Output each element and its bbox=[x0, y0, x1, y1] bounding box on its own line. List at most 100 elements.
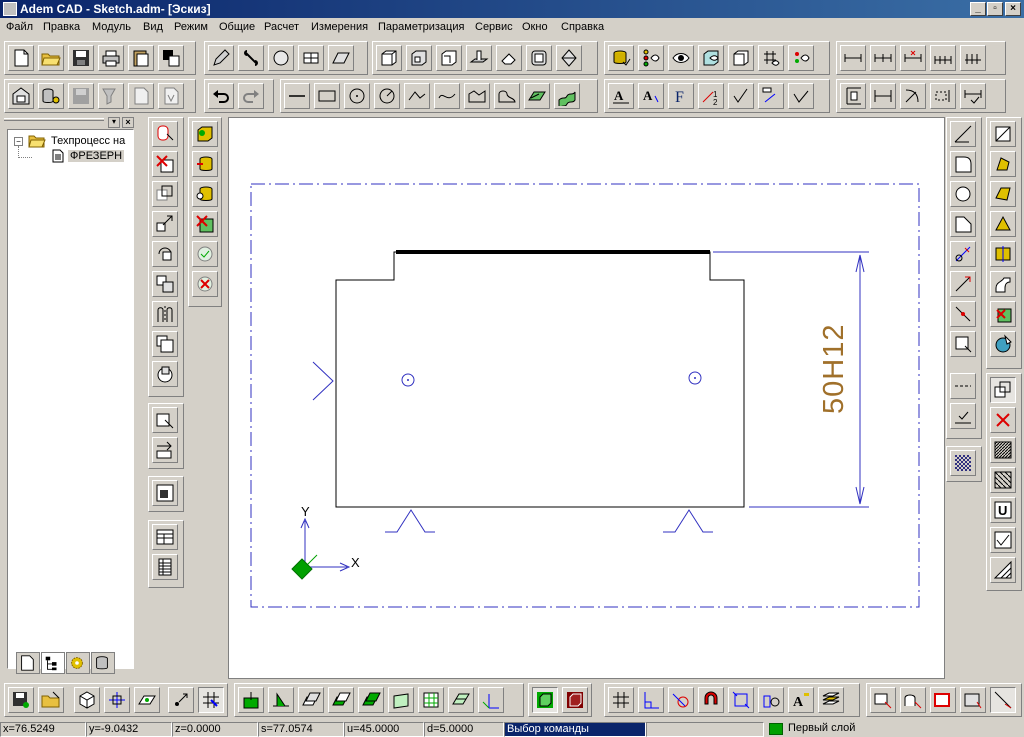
region-icon[interactable] bbox=[950, 331, 976, 357]
properties-icon[interactable] bbox=[8, 83, 34, 109]
roughness-icon[interactable] bbox=[728, 83, 754, 109]
hatch-triangle-icon[interactable] bbox=[990, 557, 1016, 583]
solid-delete-icon[interactable] bbox=[192, 211, 218, 237]
snap-grid-icon[interactable] bbox=[608, 687, 634, 713]
cancel-circle-icon[interactable] bbox=[192, 271, 218, 297]
menu-help[interactable]: Справка bbox=[561, 21, 604, 33]
snap-box-icon[interactable] bbox=[728, 687, 754, 713]
dim-cross-icon[interactable] bbox=[900, 45, 926, 71]
text-icon[interactable]: A bbox=[608, 83, 634, 109]
dim-confirm-icon[interactable] bbox=[960, 83, 986, 109]
box-icon[interactable] bbox=[376, 45, 402, 71]
check-circle-icon[interactable] bbox=[192, 241, 218, 267]
stretch-icon[interactable] bbox=[152, 407, 178, 433]
bone-icon[interactable] bbox=[238, 45, 264, 71]
tab-settings[interactable] bbox=[66, 652, 90, 674]
snap-text-icon[interactable]: A bbox=[788, 687, 814, 713]
hatch-dense-icon[interactable] bbox=[990, 437, 1016, 463]
open-button[interactable] bbox=[38, 45, 64, 71]
circle-icon[interactable] bbox=[344, 83, 370, 109]
document-v-icon[interactable] bbox=[158, 83, 184, 109]
database-icon[interactable] bbox=[38, 83, 64, 109]
plane-copy-icon[interactable] bbox=[298, 687, 324, 713]
grid-eye-icon[interactable] bbox=[758, 45, 784, 71]
menu-measure[interactable]: Измерения bbox=[311, 21, 368, 33]
hexahedron-icon[interactable] bbox=[556, 45, 582, 71]
plane-green-icon[interactable] bbox=[328, 687, 354, 713]
select-icon[interactable] bbox=[152, 121, 178, 147]
pipe-icon[interactable] bbox=[990, 271, 1016, 297]
rectangle-icon[interactable] bbox=[314, 83, 340, 109]
snap-tangent-icon[interactable] bbox=[668, 687, 694, 713]
sphere-icon[interactable] bbox=[268, 45, 294, 71]
place-align-icon[interactable] bbox=[268, 687, 294, 713]
shaded-red-icon[interactable] bbox=[562, 687, 588, 713]
menu-general[interactable]: Общие bbox=[219, 21, 255, 33]
save-button[interactable] bbox=[68, 45, 94, 71]
fillet-icon[interactable] bbox=[950, 151, 976, 177]
menu-parametrize[interactable]: Параметризация bbox=[378, 21, 464, 33]
contour-icon[interactable] bbox=[464, 83, 490, 109]
surface-wave-icon[interactable] bbox=[554, 83, 580, 109]
select-arc-icon[interactable] bbox=[900, 687, 926, 713]
snap-endpoints-icon[interactable] bbox=[758, 687, 784, 713]
box-cut-icon[interactable] bbox=[406, 45, 432, 71]
snap-perpendicular-icon[interactable] bbox=[638, 687, 664, 713]
close-button[interactable]: × bbox=[1005, 2, 1021, 16]
select-red-rect-icon[interactable] bbox=[930, 687, 956, 713]
line-style-icon[interactable] bbox=[950, 373, 976, 399]
remove-solid-icon[interactable] bbox=[990, 301, 1016, 327]
grid-3d-icon[interactable] bbox=[418, 687, 444, 713]
dim-multi-icon[interactable] bbox=[960, 45, 986, 71]
line-icon[interactable] bbox=[284, 83, 310, 109]
chamfer-icon[interactable] bbox=[950, 211, 976, 237]
arc-contour-icon[interactable] bbox=[494, 83, 520, 109]
panel-close-button[interactable]: × bbox=[122, 117, 134, 128]
u-shape-icon[interactable]: U bbox=[990, 497, 1016, 523]
ucs-icon[interactable] bbox=[478, 687, 504, 713]
layer-color-swatch[interactable] bbox=[769, 723, 783, 735]
circle-arrow-icon[interactable] bbox=[374, 83, 400, 109]
tree-collapse-icon[interactable]: − bbox=[14, 137, 23, 146]
select-rect-icon[interactable] bbox=[870, 687, 896, 713]
table-icon[interactable] bbox=[152, 524, 178, 550]
grid-plane-icon[interactable] bbox=[448, 687, 474, 713]
snap-magnet-icon[interactable] bbox=[698, 687, 724, 713]
delete-icon[interactable] bbox=[152, 151, 178, 177]
select-window-icon[interactable] bbox=[960, 687, 986, 713]
pan-icon[interactable] bbox=[168, 687, 194, 713]
surface-icon[interactable] bbox=[298, 45, 324, 71]
save-view-icon[interactable] bbox=[8, 687, 34, 713]
dim-horizontal-icon[interactable] bbox=[870, 83, 896, 109]
hatch-plane-icon[interactable] bbox=[524, 83, 550, 109]
status-layer[interactable]: Первый слой bbox=[786, 722, 1022, 737]
open-view-icon[interactable] bbox=[38, 687, 64, 713]
dim-chain-icon[interactable] bbox=[870, 45, 896, 71]
extend-icon[interactable] bbox=[950, 271, 976, 297]
mirror-icon[interactable] bbox=[152, 301, 178, 327]
menu-edit[interactable]: Правка bbox=[43, 21, 80, 33]
shaded-green-icon[interactable] bbox=[532, 687, 558, 713]
visibility-icon[interactable] bbox=[638, 45, 664, 71]
copy-icon[interactable] bbox=[152, 181, 178, 207]
menu-service[interactable]: Сервис bbox=[475, 21, 513, 33]
cylinder-add-icon[interactable] bbox=[192, 181, 218, 207]
axes-view-icon[interactable] bbox=[104, 687, 130, 713]
fraction-icon[interactable]: 12 bbox=[698, 83, 724, 109]
text-edit-icon[interactable]: A bbox=[638, 83, 664, 109]
section-plane-icon[interactable] bbox=[990, 121, 1016, 147]
leader-icon[interactable] bbox=[758, 83, 784, 109]
restore-button[interactable]: ▫ bbox=[987, 2, 1003, 16]
dim-line-icon[interactable] bbox=[840, 45, 866, 71]
align-icon[interactable] bbox=[152, 437, 178, 463]
color-solid-icon[interactable] bbox=[990, 331, 1016, 357]
snap-layers-icon[interactable] bbox=[818, 687, 844, 713]
dim-base-icon[interactable] bbox=[930, 45, 956, 71]
grid-snap-icon[interactable] bbox=[198, 687, 224, 713]
menu-view[interactable]: Вид bbox=[143, 21, 163, 33]
overlap-rect-icon[interactable] bbox=[990, 377, 1016, 403]
confirm-style-icon[interactable] bbox=[950, 403, 976, 429]
show-part-icon[interactable] bbox=[728, 45, 754, 71]
polyline-icon[interactable] bbox=[404, 83, 430, 109]
menu-window[interactable]: Окно bbox=[522, 21, 548, 33]
